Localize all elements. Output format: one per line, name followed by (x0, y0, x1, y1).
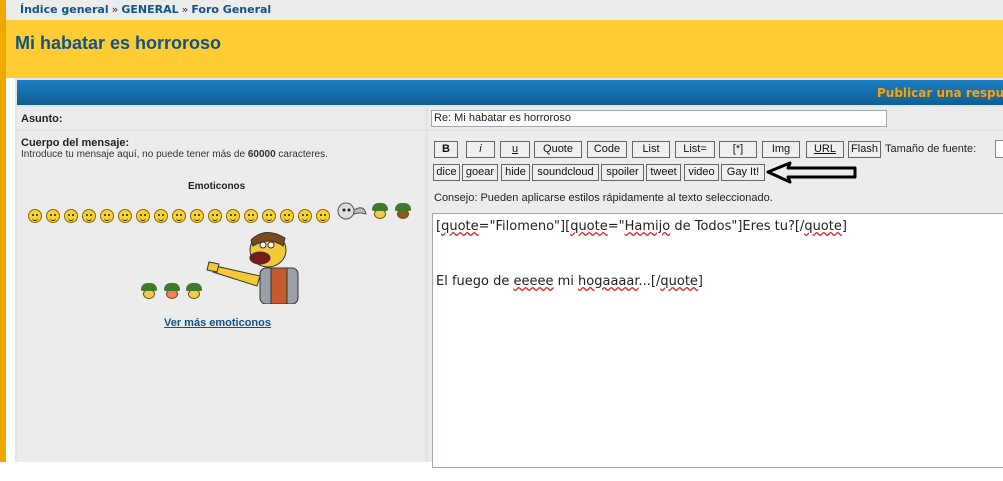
url-button[interactable]: URL (806, 141, 844, 158)
smiley-icon[interactable] (28, 209, 42, 223)
body-hint: Introduce tu mensaje aquí, no puede tene… (21, 149, 328, 160)
editor-text: =" (607, 219, 625, 234)
smiley-icon[interactable] (190, 209, 204, 223)
emoticons-title: Emoticonos (188, 181, 246, 192)
smiley-icon[interactable] (226, 209, 240, 223)
soldier-emoticon-icon[interactable] (164, 283, 180, 299)
page-title: Mi habatar es horroroso (15, 33, 222, 53)
smiley-icon[interactable] (262, 209, 276, 223)
soldier-emoticon-icon[interactable] (372, 203, 388, 219)
editor-text: quote (660, 274, 698, 289)
editor-text: ] (841, 219, 847, 234)
breadcrumb-index[interactable]: Índice general (20, 3, 109, 16)
image-button[interactable]: Img (762, 141, 800, 158)
goear-button[interactable]: goear (462, 164, 498, 181)
tweet-button[interactable]: tweet (646, 164, 681, 181)
code-button[interactable]: Code (587, 141, 627, 158)
breadcrumb-separator: » (181, 3, 189, 16)
subject-label: Asunto: (21, 113, 63, 125)
smiley-icon[interactable] (316, 209, 330, 223)
hint-text: caracteres. (275, 149, 328, 160)
subject-input[interactable]: Re: Mi habatar es horroroso (431, 110, 887, 127)
smiley-icon[interactable] (298, 209, 312, 223)
smiley-icon[interactable] (82, 209, 96, 223)
spoiler-button[interactable]: spoiler (601, 164, 644, 181)
font-size-select[interactable] (995, 140, 1003, 158)
smiley-icon[interactable] (244, 209, 258, 223)
editor-text: quote (570, 219, 608, 234)
editor-text: eeeee (513, 274, 554, 289)
smiley-icon[interactable] (46, 209, 60, 223)
hint-limit: 60000 (247, 149, 276, 160)
editor-text: ...[/ (638, 274, 661, 289)
soldier-emoticon-icon[interactable] (395, 203, 411, 219)
subject-label-cell (17, 107, 425, 129)
video-button[interactable]: video (684, 164, 719, 181)
smiley-icon[interactable] (100, 209, 114, 223)
font-size-label: Tamaño de fuente: (885, 143, 977, 155)
hint-text: Introduce tu mensaje aquí, no puede tene… (21, 149, 248, 160)
smiley-icon[interactable] (280, 209, 294, 223)
dice-button[interactable]: dice (433, 164, 460, 181)
editor-text: ="Filomeno"][ (478, 219, 571, 234)
underline-button[interactable]: u (500, 141, 530, 158)
formatting-tip: Consejo: Pueden aplicarse estilos rápida… (434, 192, 773, 204)
quote-button[interactable]: Quote (534, 141, 582, 158)
editor-text: Hamijo (624, 219, 671, 234)
italic-button[interactable]: i (466, 141, 495, 158)
list-ordered-button[interactable]: List= (675, 141, 715, 158)
publish-reply-link[interactable]: Publicar una respues (877, 86, 1003, 100)
hide-button[interactable]: hide (501, 164, 530, 181)
editor-text: ] (697, 274, 703, 289)
bold-button[interactable]: B (434, 141, 458, 158)
editor-text: quote (441, 219, 479, 234)
breadcrumb-separator: » (111, 3, 119, 16)
list-item-button[interactable]: [*] (719, 141, 757, 158)
editor-text: hogaaaar (578, 274, 639, 289)
editor-text: de Todos"]Eres tu?[/ (670, 219, 805, 234)
form-header-bar (17, 80, 1003, 105)
left-arrow-annotation-icon (766, 161, 857, 184)
more-emoticons-link[interactable]: Ver más emoticonos (164, 317, 271, 329)
editor-text: mi (553, 274, 579, 289)
editor-line-1: [quote="Filomeno"][quote="Hamijo de Todo… (436, 219, 847, 234)
editor-text: quote (804, 219, 842, 234)
editor-text: El fuego de (436, 274, 514, 289)
smiley-icon[interactable] (64, 209, 78, 223)
smiley-icon[interactable] (172, 209, 186, 223)
message-textarea[interactable] (432, 213, 1003, 468)
soundcloud-button[interactable]: soundcloud (532, 164, 599, 181)
smiley-icon[interactable] (136, 209, 150, 223)
editor-line-2: El fuego de eeeee mi hogaaaar...[/quote] (436, 274, 703, 289)
breadcrumb-forum[interactable]: Foro General (191, 3, 271, 16)
body-label: Cuerpo del mensaje: (21, 137, 130, 149)
pointing-character-emoticon-icon[interactable] (205, 228, 305, 304)
breadcrumb-general[interactable]: GENERAL (121, 3, 178, 16)
smiley-icon[interactable] (154, 209, 168, 223)
soldier-emoticon-icon[interactable] (186, 283, 202, 299)
soldier-emoticon-icon[interactable] (141, 283, 157, 299)
smiley-icon[interactable] (118, 209, 132, 223)
smiley-icon[interactable] (208, 209, 222, 223)
flash-button[interactable]: Flash (848, 141, 881, 158)
breadcrumb: Índice general» GENERAL» Foro General (20, 3, 271, 16)
list-button[interactable]: List (632, 141, 670, 158)
gay-it-button[interactable]: Gay It! (721, 164, 765, 181)
alien-emoticon-icon[interactable] (334, 200, 368, 222)
